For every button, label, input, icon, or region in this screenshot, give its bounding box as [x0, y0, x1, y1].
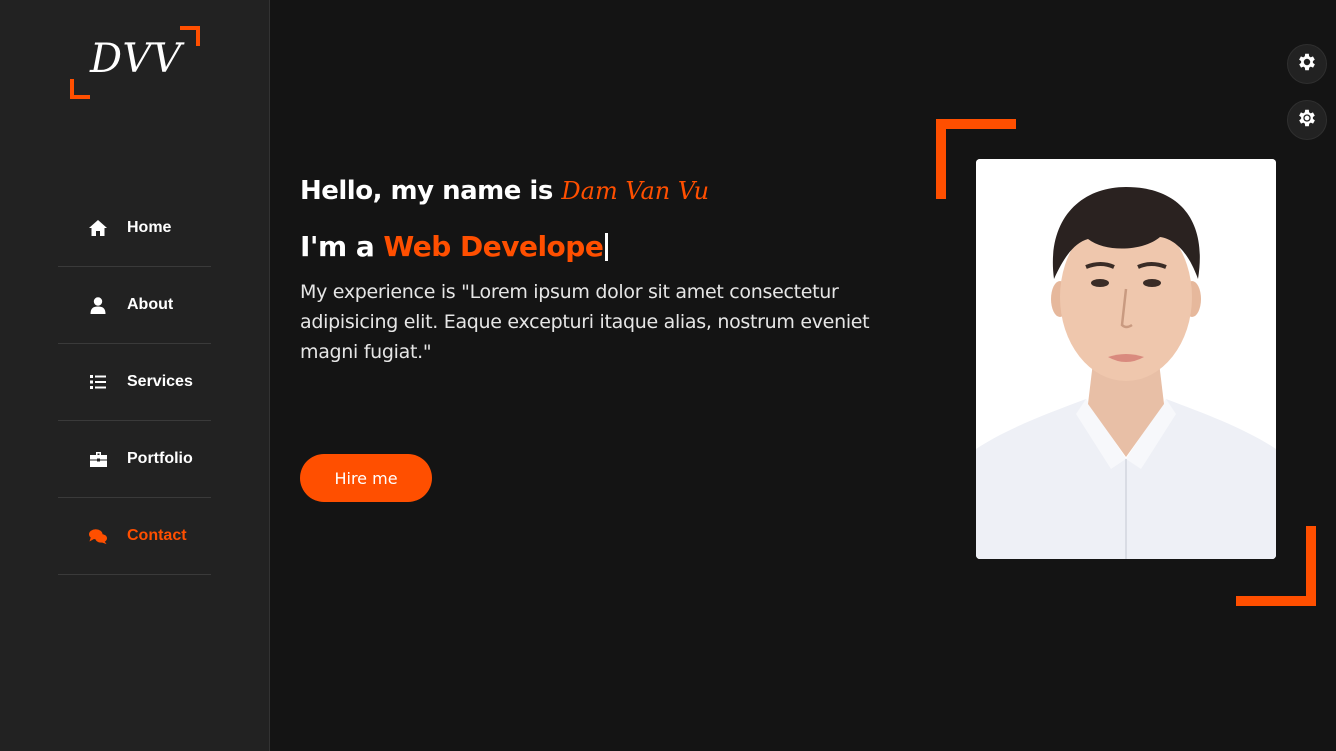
- user-icon: [89, 296, 107, 314]
- portfolio-page: DVV Home About Services Portfolio Contac…: [0, 0, 1336, 751]
- logo-corner-top-right: [180, 26, 200, 46]
- nav-item-services[interactable]: Services: [58, 344, 211, 421]
- logo[interactable]: DVV: [70, 26, 200, 99]
- profile-photo: [976, 159, 1276, 559]
- nav-label-contact: Contact: [127, 527, 187, 544]
- nav-label-home: Home: [127, 219, 172, 236]
- main-nav: Home About Services Portfolio Contact: [58, 190, 211, 575]
- hero-intro: Hello, my name is Dam Van Vu I'm a Web D…: [300, 176, 900, 367]
- sidebar: DVV Home About Services Portfolio Contac…: [0, 0, 270, 751]
- nav-item-portfolio[interactable]: Portfolio: [58, 421, 211, 498]
- sun-gear-icon: [1296, 107, 1318, 133]
- hero-name: Dam Van Vu: [561, 177, 710, 205]
- list-icon: [89, 373, 107, 391]
- hero-description: My experience is "Lorem ipsum dolor sit …: [300, 281, 870, 363]
- role-typed-text: Web Develope: [383, 230, 604, 263]
- nav-label-portfolio: Portfolio: [127, 450, 193, 467]
- hero-role: I'm a Web Develope: [300, 230, 900, 263]
- gear-icon: [1296, 51, 1318, 77]
- role-prefix: I'm a: [300, 230, 375, 263]
- photo-frame-bottom-right: [1236, 526, 1316, 606]
- typing-cursor: [605, 232, 609, 261]
- nav-label-about: About: [127, 296, 174, 313]
- theme-toggle-button[interactable]: [1287, 100, 1327, 140]
- nav-item-contact[interactable]: Contact: [58, 498, 211, 575]
- profile-photo-illustration: [976, 159, 1276, 559]
- settings-button[interactable]: [1287, 44, 1327, 84]
- nav-item-home[interactable]: Home: [58, 190, 211, 267]
- nav-item-about[interactable]: About: [58, 267, 211, 344]
- greeting-text: Hello, my name is: [300, 176, 553, 206]
- hire-me-button[interactable]: Hire me: [300, 454, 432, 502]
- nav-label-services: Services: [127, 373, 193, 390]
- hero-greeting: Hello, my name is Dam Van Vu: [300, 176, 900, 206]
- briefcase-icon: [89, 450, 107, 468]
- home-icon: [89, 219, 107, 237]
- logo-corner-bottom-left: [70, 79, 90, 99]
- logo-text: DVV: [90, 36, 183, 82]
- comments-icon: [89, 527, 107, 545]
